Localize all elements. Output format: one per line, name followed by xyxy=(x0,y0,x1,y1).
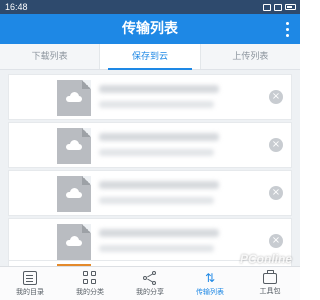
list-item[interactable]: × xyxy=(8,122,292,168)
cancel-icon[interactable]: × xyxy=(269,90,283,104)
nav-label: 我的目录 xyxy=(16,288,44,296)
status-bar: 16:48 xyxy=(0,0,300,14)
cloud-icon xyxy=(66,236,82,246)
file-name-blurred xyxy=(99,181,219,189)
transfer-list: × × × × xyxy=(0,70,300,266)
tab-upload-list[interactable]: 上传列表 xyxy=(199,44,300,69)
status-icons xyxy=(263,0,296,14)
transfer-tabs: 下载列表 保存到云 上传列表 xyxy=(0,44,300,70)
tab-download-list[interactable]: 下载列表 xyxy=(0,44,99,69)
file-thumbnail xyxy=(57,176,91,212)
toolbox-icon xyxy=(263,270,277,284)
file-thumbnail xyxy=(57,80,91,116)
file-thumbnail xyxy=(57,224,91,260)
transfer-icon: ⇅ xyxy=(204,271,216,285)
nav-my-categories[interactable]: 我的分类 xyxy=(60,267,120,300)
watermark-logo: PConline xyxy=(239,252,292,266)
cancel-icon[interactable]: × xyxy=(269,138,283,152)
nav-transfer-list[interactable]: ⇅ 传输列表 xyxy=(180,267,240,300)
menu-dot-icon xyxy=(285,27,289,31)
file-meta-blurred xyxy=(99,149,214,156)
cancel-icon[interactable]: × xyxy=(269,234,283,248)
file-name-blurred xyxy=(99,85,219,93)
bottom-nav: 我的目录 我的分类 我的分享 ⇅ 传输列表 工具包 xyxy=(0,266,300,300)
nav-my-directory[interactable]: 我的目录 xyxy=(0,267,60,300)
file-name-blurred xyxy=(99,133,219,141)
nav-label: 工具包 xyxy=(259,287,281,295)
file-name-blurred xyxy=(99,229,219,237)
list-icon xyxy=(23,271,37,285)
file-meta-blurred xyxy=(99,197,214,204)
cloud-icon xyxy=(66,92,82,102)
title-bar: 传输列表 xyxy=(0,14,300,44)
cloud-icon xyxy=(66,140,82,150)
status-time: 16:48 xyxy=(5,2,28,12)
nav-toolbox[interactable]: 工具包 xyxy=(240,267,300,300)
grid-icon xyxy=(83,271,97,285)
sync-icon xyxy=(274,3,282,11)
share-icon xyxy=(143,271,157,285)
list-item[interactable]: × xyxy=(8,170,292,216)
menu-dot-icon xyxy=(285,21,289,25)
nav-my-shares[interactable]: 我的分享 xyxy=(120,267,180,300)
nav-label: 传输列表 xyxy=(196,288,224,296)
nav-label: 我的分享 xyxy=(136,288,164,296)
nav-label: 我的分类 xyxy=(76,288,104,296)
file-thumbnail xyxy=(57,128,91,164)
cancel-icon[interactable]: × xyxy=(269,186,283,200)
battery-icon xyxy=(285,4,296,10)
cloud-icon xyxy=(66,188,82,198)
file-meta-blurred xyxy=(99,245,214,252)
menu-dot-icon xyxy=(285,33,289,37)
list-item[interactable]: × xyxy=(8,74,292,120)
page-title: 传输列表 xyxy=(122,21,178,37)
notification-icon xyxy=(263,3,271,11)
more-menu-button[interactable] xyxy=(278,18,296,40)
file-meta-blurred xyxy=(99,101,214,108)
tab-save-to-cloud[interactable]: 保存到云 xyxy=(99,44,200,70)
